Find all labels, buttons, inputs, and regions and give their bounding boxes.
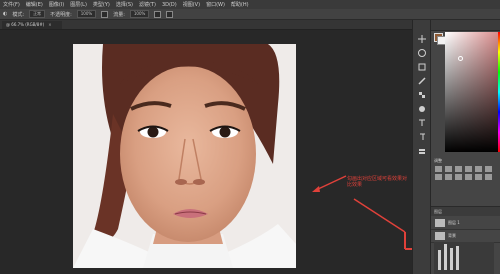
layer-preview-strip <box>434 242 494 274</box>
document-tab[interactable]: @ 66.7% (RGB/8#) × <box>2 21 62 29</box>
document-tab-label: @ 66.7% (RGB/8#) <box>6 22 45 27</box>
brush-icon[interactable] <box>417 76 427 86</box>
brush-preset-icon[interactable]: ◐ <box>3 11 7 17</box>
exposure-icon[interactable] <box>465 166 472 172</box>
menu-type[interactable]: 类型(Y) <box>93 1 110 8</box>
preview-bar <box>456 246 459 270</box>
pressure-opacity-toggle[interactable] <box>101 10 109 18</box>
adjust-icon[interactable] <box>417 104 427 114</box>
opacity-label: 不透明度: <box>50 11 72 18</box>
color-picker-cursor[interactable] <box>458 56 463 61</box>
color-panel-tabs[interactable] <box>431 20 500 31</box>
preview-bar <box>450 248 453 270</box>
color-picker-field[interactable] <box>445 32 499 152</box>
vibrance-icon[interactable] <box>475 166 482 172</box>
photo-filter-icon[interactable] <box>455 174 462 180</box>
menu-bar: 文件(F) 编辑(E) 图像(I) 图层(L) 类型(Y) 选择(S) 滤镜(T… <box>0 0 500 9</box>
right-panel: 调整 图层 图层 1 背景 <box>430 20 500 274</box>
menu-window[interactable]: 窗口(W) <box>206 1 225 8</box>
color-lookup-icon[interactable] <box>475 174 482 180</box>
preview-bar <box>438 250 441 270</box>
color-balance-icon[interactable] <box>435 174 442 180</box>
mode-label: 模式: <box>12 11 25 18</box>
curves-icon[interactable] <box>455 166 462 172</box>
tools-panel <box>412 20 431 274</box>
menu-edit[interactable]: 编辑(E) <box>26 1 43 8</box>
info-icon[interactable] <box>417 62 427 72</box>
layer-name: 背景 <box>448 233 456 238</box>
menu-filter[interactable]: 滤镜(T) <box>139 1 156 8</box>
annotation-text: 勾画出对应区域可看效果对比效果 <box>347 176 408 188</box>
menu-file[interactable]: 文件(F) <box>3 1 20 8</box>
preview-bar <box>444 244 447 270</box>
opacity-field[interactable]: 100% <box>76 10 97 18</box>
move-tool-icon[interactable] <box>417 34 427 44</box>
flow-label: 流量: <box>113 11 125 18</box>
type-icon[interactable] <box>417 118 427 128</box>
invert-icon[interactable] <box>485 174 492 180</box>
document-tab-strip: @ 66.7% (RGB/8#) × <box>0 20 412 30</box>
layers-icon[interactable] <box>417 146 427 156</box>
levels-icon[interactable] <box>445 166 452 172</box>
mode-select[interactable]: 正常 <box>29 10 46 18</box>
portrait-photo[interactable] <box>73 44 296 268</box>
hue-saturation-icon[interactable] <box>485 166 492 172</box>
menu-select[interactable]: 选择(S) <box>116 1 133 8</box>
layer-name: 图层 1 <box>448 220 460 225</box>
flow-field[interactable]: 100% <box>129 10 150 18</box>
menu-image[interactable]: 图像(I) <box>49 1 64 8</box>
menu-layer[interactable]: 图层(L) <box>70 1 87 8</box>
menu-3d[interactable]: 3D(D) <box>162 2 177 8</box>
layer-thumbnail <box>435 219 445 227</box>
adjustments-title: 调整 <box>434 158 442 163</box>
layers-title: 图层 <box>434 209 442 214</box>
brightness-icon[interactable] <box>435 166 442 172</box>
layer-row[interactable]: 图层 1 <box>431 217 500 230</box>
options-bar: ◐ 模式: 正常 不透明度: 100% 流量: 100% <box>0 9 500 20</box>
layers-panel-header: 图层 <box>431 206 500 216</box>
paragraph-icon[interactable] <box>417 132 427 142</box>
portrait-image <box>73 44 296 268</box>
history-icon[interactable] <box>417 48 427 58</box>
pressure-size-toggle[interactable] <box>166 10 174 18</box>
menu-view[interactable]: 视图(V) <box>183 1 200 8</box>
airbrush-toggle[interactable] <box>154 10 162 18</box>
black-white-icon[interactable] <box>445 174 452 180</box>
close-icon[interactable]: × <box>48 22 51 27</box>
swatches-icon[interactable] <box>417 90 427 100</box>
layer-thumbnail <box>435 232 445 240</box>
adjustment-icons <box>435 166 499 180</box>
menu-help[interactable]: 帮助(H) <box>231 1 249 8</box>
channel-mixer-icon[interactable] <box>465 174 472 180</box>
